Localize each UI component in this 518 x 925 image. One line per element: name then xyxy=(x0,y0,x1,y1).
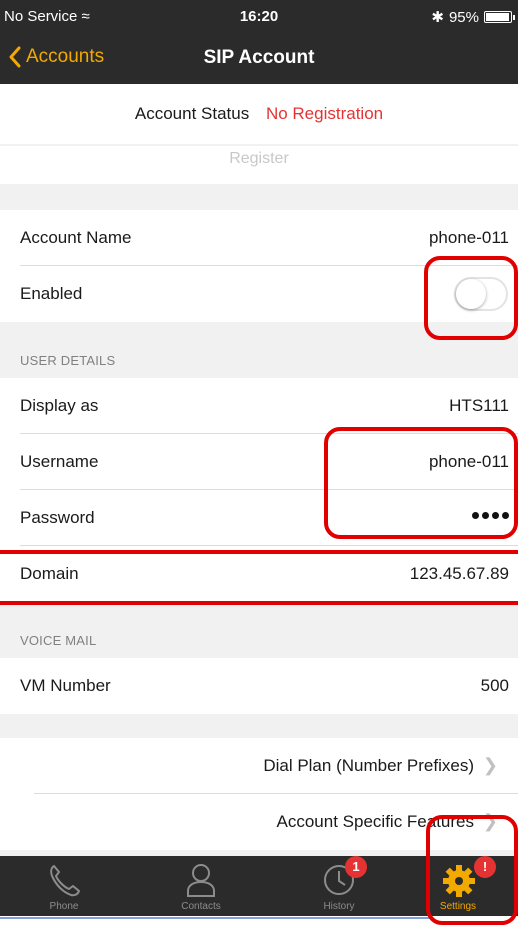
username-row[interactable]: Username phone-011 xyxy=(0,434,518,490)
bottom-strip xyxy=(0,916,518,925)
navigation-bar: Accounts SIP Account xyxy=(0,34,518,84)
contacts-icon xyxy=(187,864,215,897)
divider xyxy=(0,917,430,919)
phone-icon xyxy=(50,865,80,897)
password-row[interactable]: Password xyxy=(0,490,518,546)
account-status-label: Account Status xyxy=(134,104,250,123)
tab-phone[interactable]: Phone xyxy=(12,856,116,916)
username-label: Username xyxy=(20,452,99,471)
account-name-row[interactable]: Account Name phone-011 xyxy=(0,210,518,266)
dial-plan-label: Dial Plan (Number Prefixes) xyxy=(263,756,474,775)
battery-icon xyxy=(484,11,515,23)
tab-settings[interactable]: ! Settings xyxy=(406,856,510,916)
enabled-toggle[interactable] xyxy=(454,277,508,311)
chevron-right-icon: ❯ xyxy=(482,755,498,775)
battery-status: ✱ 95% xyxy=(431,8,515,26)
domain-row[interactable]: Domain 123.45.67.89 xyxy=(0,546,518,602)
tab-history[interactable]: 1 History xyxy=(287,856,391,916)
account-name-value: phone-011 xyxy=(428,228,509,247)
dial-plan-row[interactable]: Dial Plan (Number Prefixes) ❯ xyxy=(0,738,518,794)
settings-list: Account Status No Registration Register … xyxy=(0,84,518,856)
bluetooth-icon: ✱ xyxy=(431,9,444,26)
account-status-value: No Registration xyxy=(265,104,384,123)
status-bar: No Service ≈ 16:20 ✱ 95% xyxy=(0,0,518,34)
vm-number-row[interactable]: VM Number 500 xyxy=(0,658,518,714)
tab-label: Phone xyxy=(49,901,79,912)
tab-label: History xyxy=(323,901,355,912)
enabled-row: Enabled xyxy=(0,266,518,322)
battery-percent: 95% xyxy=(448,8,479,26)
settings-badge: ! xyxy=(474,856,496,878)
vm-number-value: 500 xyxy=(480,676,509,695)
register-button[interactable]: Register xyxy=(0,150,518,168)
tab-label: Contacts xyxy=(181,901,221,912)
account-name-label: Account Name xyxy=(20,228,132,247)
display-as-label: Display as xyxy=(20,396,99,415)
gear-icon xyxy=(443,865,475,897)
page-title: SIP Account xyxy=(203,47,315,68)
history-badge: 1 xyxy=(345,856,367,878)
toggle-knob xyxy=(456,279,486,309)
domain-value: 123.45.67.89 xyxy=(409,564,509,583)
display-as-value: HTS111 xyxy=(449,396,509,415)
user-details-header: USER DETAILS xyxy=(20,353,116,368)
tab-bar: Phone Contacts 1 History ! Settings xyxy=(0,856,518,916)
tab-label: Settings xyxy=(439,901,477,912)
enabled-label: Enabled xyxy=(20,284,83,303)
chevron-right-icon: ❯ xyxy=(482,811,498,831)
tab-contacts[interactable]: Contacts xyxy=(149,856,253,916)
display-as-row[interactable]: Display as HTS111 xyxy=(0,378,518,434)
vm-number-label: VM Number xyxy=(20,676,111,695)
account-features-label: Account Specific Features xyxy=(276,812,474,831)
account-features-row[interactable]: Account Specific Features ❯ xyxy=(0,794,518,850)
voice-mail-header: VOICE MAIL xyxy=(20,633,97,648)
register-row: Register xyxy=(0,146,518,184)
username-value: phone-011 xyxy=(428,452,509,471)
domain-label: Domain xyxy=(20,564,79,583)
password-mask xyxy=(472,512,509,519)
password-label: Password xyxy=(20,508,95,527)
account-status-row: Account Status No Registration xyxy=(0,84,518,144)
